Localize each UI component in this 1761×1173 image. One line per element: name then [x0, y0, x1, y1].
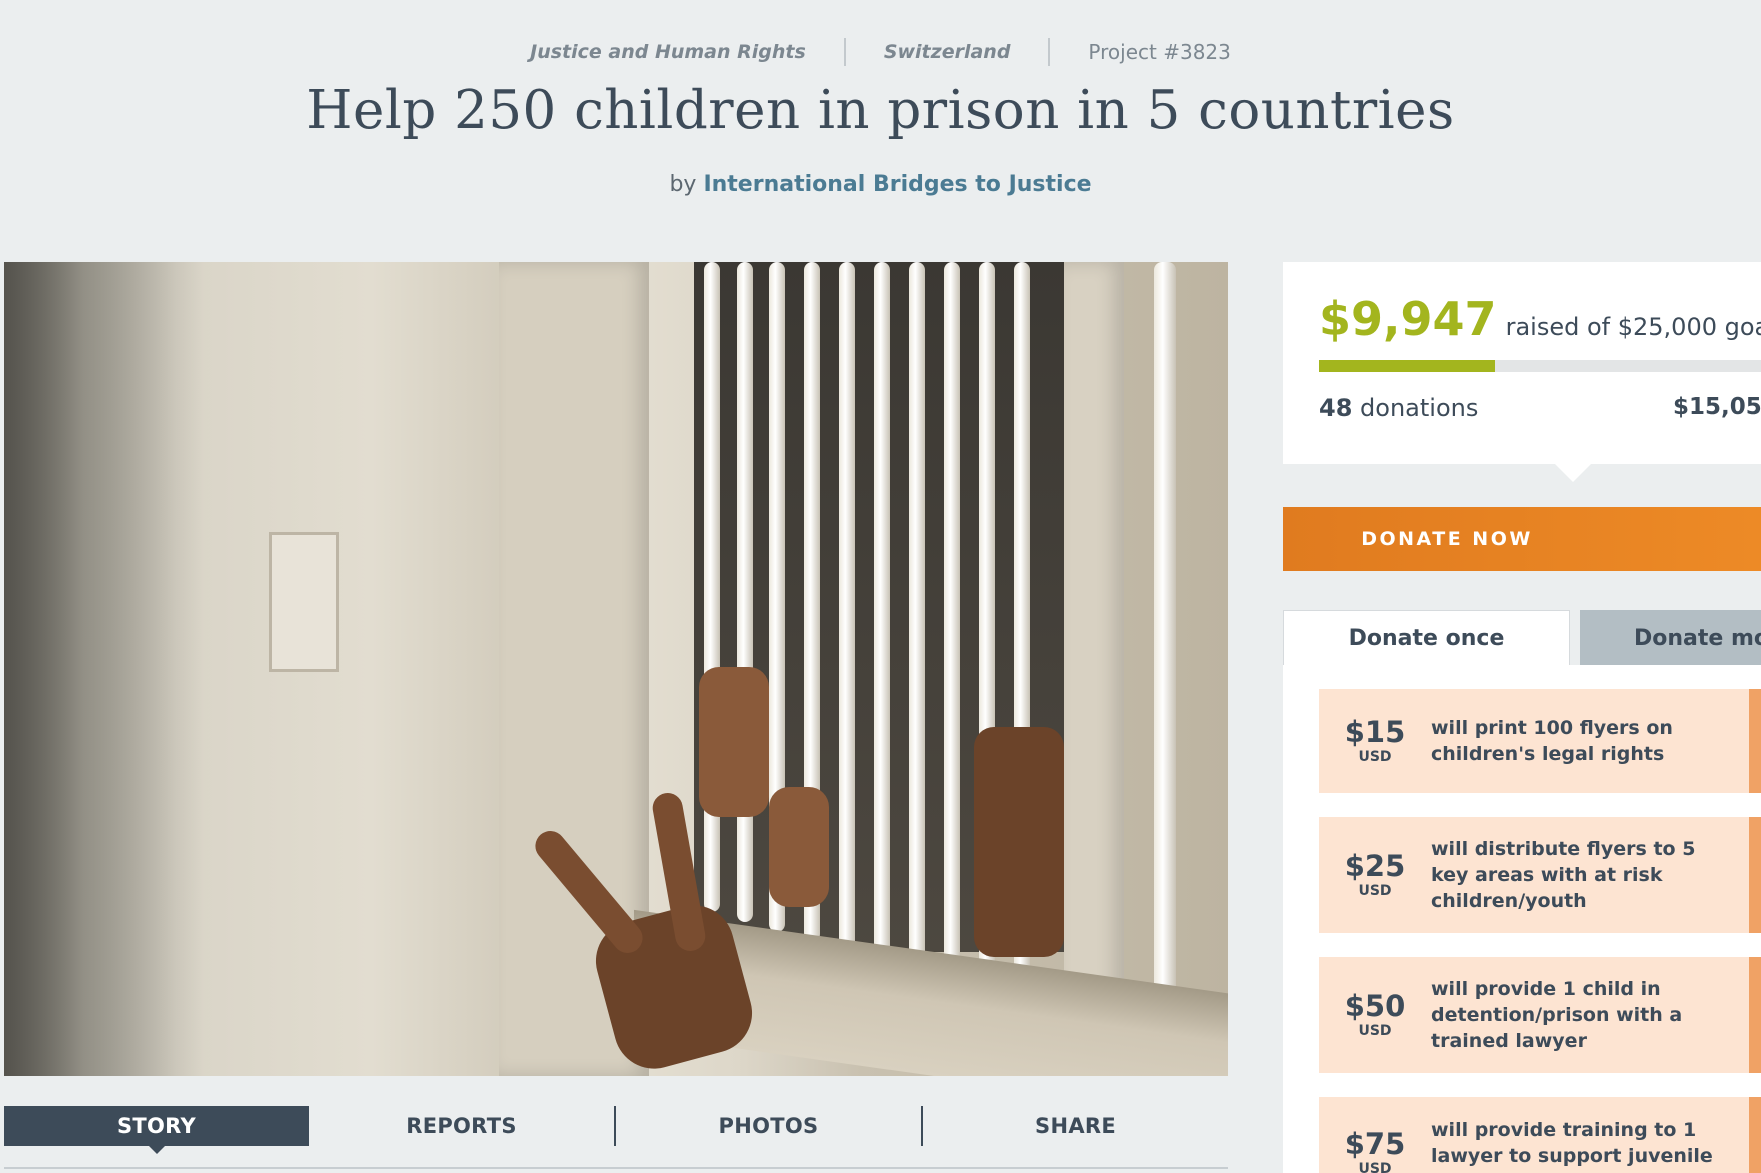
meta-divider [843, 38, 846, 66]
progress-bar [1319, 360, 1761, 372]
amount-value: $75 [1344, 1127, 1406, 1161]
tab-photos[interactable]: PHOTOS [616, 1106, 921, 1146]
currency-label: USD [1358, 748, 1392, 765]
option-amount: $25 USD [1319, 849, 1431, 899]
option-amount: $75 USD [1319, 1117, 1431, 1173]
donation-option[interactable]: $50 USD will provide 1 child in detentio… [1319, 957, 1761, 1073]
donation-option[interactable]: $25 USD will distribute flyers to 5 key … [1319, 817, 1761, 933]
donation-frequency-tabs: Donate once Donate mor [1283, 610, 1761, 666]
tab-donate-once[interactable]: Donate once [1283, 610, 1570, 666]
raised-amount: $9,947 [1319, 292, 1497, 346]
tab-story[interactable]: STORY [4, 1106, 309, 1154]
page-title: Help 250 children in prison in 5 countri… [306, 80, 1455, 141]
amount-value: $15 [1344, 715, 1406, 750]
option-description: will provide 1 child in detention/prison… [1431, 978, 1683, 1052]
option-description: will print 100 flyers on children's lega… [1431, 717, 1673, 765]
category-link[interactable]: Justice and Human Rights [530, 41, 806, 63]
currency-label: USD [1358, 882, 1392, 899]
amount-value: $50 [1344, 989, 1406, 1024]
option-description: will distribute flyers to 5 key areas wi… [1431, 838, 1696, 912]
tab-reports[interactable]: REPORTS [309, 1106, 614, 1146]
currency-label: USD [1358, 1160, 1392, 1173]
donation-option[interactable]: $15 USD will print 100 flyers on childre… [1319, 689, 1761, 793]
donate-now-label: DONATE NOW [1361, 528, 1533, 550]
option-amount: $15 USD [1319, 715, 1431, 765]
project-meta: Justice and Human Rights Switzerland Pro… [0, 38, 1761, 66]
project-hero-image [4, 262, 1228, 1076]
goal-text: raised of $25,000 goal [1505, 313, 1761, 341]
byline: by International Bridges to Justice [0, 172, 1761, 197]
meta-divider [1048, 38, 1051, 66]
tab-share[interactable]: SHARE [923, 1106, 1228, 1146]
tabs-underline [4, 1167, 1228, 1169]
option-amount: $50 USD [1319, 989, 1431, 1039]
location-link[interactable]: Switzerland [884, 41, 1011, 63]
donation-option[interactable]: $75 USD will provide training to 1 lawye… [1319, 1097, 1761, 1173]
project-tabs: STORY REPORTS PHOTOS SHARE [4, 1106, 1228, 1154]
option-description: will provide training to 1 lawyer to sup… [1431, 1119, 1713, 1167]
donations-number: 48 [1319, 394, 1353, 422]
project-id: Project #3823 [1088, 40, 1231, 64]
amount-value: $25 [1344, 849, 1406, 884]
donation-levels: $15 USD will print 100 flyers on childre… [1283, 665, 1761, 1173]
donate-now-button[interactable]: DONATE NOW [1283, 507, 1761, 571]
progress-bar-fill [1319, 360, 1495, 372]
tab-donate-monthly[interactable]: Donate mor [1580, 610, 1761, 666]
byline-prefix: by [669, 172, 697, 197]
donation-count: 48 donations [1319, 394, 1478, 422]
currency-label: USD [1358, 1022, 1392, 1039]
remaining-amount: $15,053 [1673, 394, 1761, 420]
donations-label: donations [1360, 394, 1479, 422]
raised-summary: $9,947 raised of $25,000 goal [1319, 292, 1761, 346]
organization-link[interactable]: International Bridges to Justice [703, 172, 1091, 197]
